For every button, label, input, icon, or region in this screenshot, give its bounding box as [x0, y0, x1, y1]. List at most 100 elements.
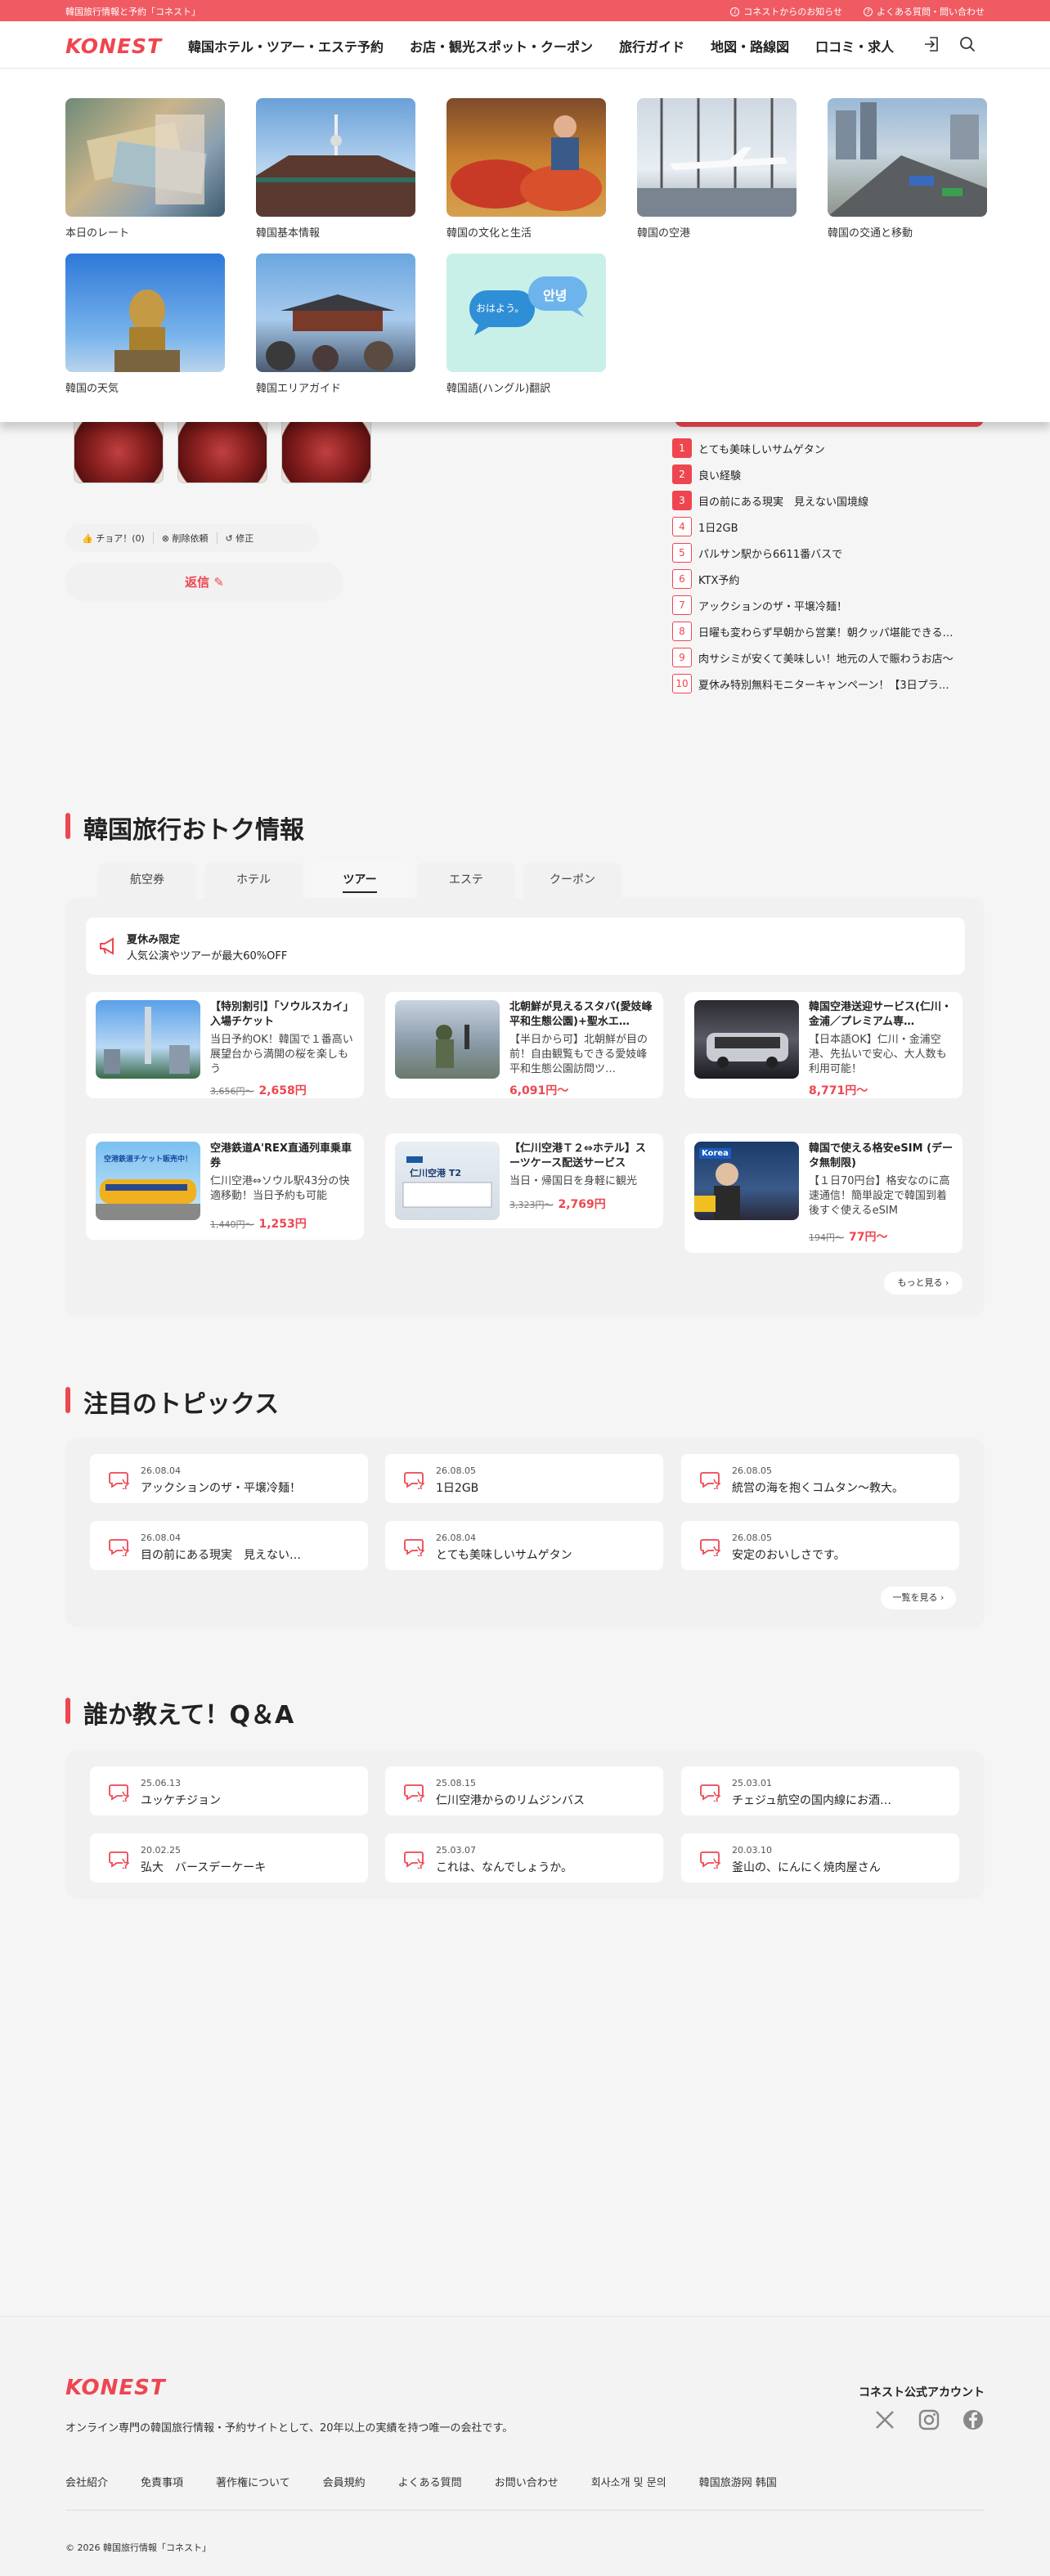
login-icon[interactable] — [922, 35, 940, 53]
dropdown-item-rate[interactable]: 本日のレート — [65, 98, 225, 240]
footer-link[interactable]: 회사소개 및 문의 — [591, 2474, 666, 2489]
notice-link[interactable]: i コネストからのお知らせ — [730, 5, 842, 18]
tab-flights[interactable]: 航空券 — [98, 862, 196, 898]
speech-bubble-icon — [109, 1851, 130, 1869]
tab-tours[interactable]: ツアー — [311, 862, 409, 898]
ranking-item[interactable]: 5 パルサン駅から6611番バスで — [672, 540, 983, 566]
rank-title: 夏休み特別無料モニターキャンペーン！【3日プラ… — [698, 679, 949, 692]
ranking-item[interactable]: 4 1日2GB — [672, 514, 983, 540]
rank-title: 肉サシミが安くて美味しい！地元の人で賑わうお店～ — [698, 653, 954, 666]
topics-more-button[interactable]: 一覧を見る › — [881, 1586, 956, 1609]
delete-request-button[interactable]: ⊗ 削除依頼 — [162, 532, 209, 545]
footer-link[interactable]: 韓国旅游网 韩国 — [699, 2474, 777, 2489]
product-card[interactable]: Korea 韓国で使える格安eSIM (データ無制限) 【１日70円台】格安なの… — [684, 1133, 962, 1253]
topic-item[interactable]: 26.08.05 統営の海を抱くコムタン〜教大。 — [681, 1454, 959, 1503]
x-twitter-icon[interactable] — [873, 2408, 896, 2431]
footer-logo[interactable]: KONEST — [65, 2376, 166, 2400]
dropdown-item-weather[interactable]: 韓国の天気 — [65, 254, 225, 395]
footer-links: 会社紹介 免責事項 著作権について 会員規約 よくある質問 お問い合わせ 회사소개 및 문의… — [65, 2474, 810, 2489]
item-date: 26.08.04 — [436, 1533, 476, 1543]
qa-title: 誰か教えて！Q＆A — [65, 1694, 294, 1730]
cheer-button[interactable]: 👍 チョア！(0) — [82, 532, 145, 545]
site-tagline: 韓国旅行情報と予約「コネスト」 — [65, 7, 200, 17]
search-icon[interactable] — [958, 35, 976, 53]
item-title: チェジュ航空の国内線にお酒… — [732, 1794, 892, 1807]
product-card[interactable]: 仁川空港 T2 【仁川空港Ｔ２⇔ホテル】スーツケース配送サービス 当日・帰国日を… — [385, 1133, 663, 1228]
nav-item-guide[interactable]: 旅行ガイド — [619, 36, 684, 56]
topic-item[interactable]: 26.08.05 安定のおいしさです。 — [681, 1521, 959, 1570]
item-title: アックションのザ・平壌冷麺！ — [141, 1482, 301, 1495]
topic-item[interactable]: 26.08.04 アックションのザ・平壌冷麺！ — [90, 1454, 368, 1503]
topic-item[interactable]: 26.08.04 目の前にある現実 見えない… — [90, 1521, 368, 1570]
speech-bubble-icon — [404, 1784, 425, 1802]
nav-item-booking[interactable]: 韓国ホテル・ツアー・エステ予約 — [188, 36, 384, 56]
nav-item-reviews[interactable]: 口コミ・求人 — [815, 36, 894, 56]
post-photo[interactable] — [281, 414, 371, 483]
facebook-icon[interactable] — [962, 2408, 985, 2431]
tab-coupons[interactable]: クーポン — [523, 862, 621, 898]
topic-item[interactable]: 26.08.05 1日2GB — [385, 1454, 663, 1503]
qa-item[interactable]: 25.03.01 チェジュ航空の国内線にお酒… — [681, 1766, 959, 1815]
rank-number: 4 — [672, 517, 692, 536]
ranking-item[interactable]: 8 日曜も変わらず早朝から営業！朝クッパ堪能できる… — [672, 618, 983, 644]
rank-title: KTX予約 — [698, 574, 740, 587]
promo-banner[interactable]: 夏休み限定 人気公演やツアーが最大60%OFF — [86, 918, 965, 975]
dropdown-item-culture[interactable]: 韓国の文化と生活 — [446, 98, 606, 240]
product-card[interactable]: 韓国空港送迎サービス(仁川・金浦／プレミアム専… 【日本語OK】仁川・金浦空港、… — [684, 992, 962, 1098]
tab-hotels[interactable]: ホテル — [204, 862, 303, 898]
ranking-item[interactable]: 2 良い経験 — [672, 461, 983, 487]
speech-bubble-icon — [700, 1851, 721, 1869]
rank-title: 1日2GB — [698, 522, 738, 535]
translate-bubble-jp: おはよう。 — [476, 303, 525, 314]
dropdown-item-area-guide[interactable]: 韓国エリアガイド — [256, 254, 415, 395]
ranking-item[interactable]: 3 目の前にある現実 見えない国境線 — [672, 487, 983, 514]
main-nav: 韓国ホテル・ツアー・エステ予約 お店・観光スポット・クーポン 旅行ガイド 地図・… — [188, 36, 920, 56]
ranking-item[interactable]: 9 肉サシミが安くて美味しい！地元の人で賑わうお店～ — [672, 644, 983, 671]
ranking-item[interactable]: 7 アックションのザ・平壌冷麺！ — [672, 592, 983, 618]
qa-item[interactable]: 25.06.13 ユッケチジョン — [90, 1766, 368, 1815]
seoul-tower-image — [256, 98, 415, 217]
dropdown-item-transport[interactable]: 韓国の交通と移動 — [828, 98, 987, 240]
footer-link[interactable]: 会員規約 — [323, 2474, 366, 2489]
nav-item-shops[interactable]: お店・観光スポット・クーポン — [410, 36, 593, 56]
footer-link[interactable]: お問い合わせ — [495, 2474, 559, 2489]
product-card[interactable]: 空港鉄道チケット販売中！ 空港鉄道A'REX直通列車乗車券 仁川空港⇔ソウル駅4… — [86, 1133, 364, 1240]
ranking-item[interactable]: 10 夏休み特別無料モニターキャンペーン！【3日プラ… — [672, 671, 983, 697]
guide-dropdown-menu: 本日のレート 韓国基本情報 韓国の文化と生活 韓国の空港 韓国の交通と移動 韓国… — [0, 69, 1050, 422]
pencil-icon: ✎ — [213, 575, 224, 590]
footer-link[interactable]: 著作権について — [216, 2474, 290, 2489]
qa-item[interactable]: 20.02.25 弘大 バースデーケーキ — [90, 1833, 368, 1883]
rank-number: 10 — [672, 674, 692, 693]
post-photo[interactable] — [74, 414, 164, 483]
dropdown-item-translate[interactable]: おはよう。 안녕 韓国語(ハングル)翻訳 — [446, 254, 606, 395]
dropdown-item-basic-info[interactable]: 韓国基本情報 — [256, 98, 415, 240]
reply-button[interactable]: 返信 ✎ — [65, 563, 343, 602]
speech-bubble-icon — [109, 1472, 130, 1489]
translate-bubble-kr: 안녕 — [543, 288, 568, 303]
tab-esthe[interactable]: エステ — [417, 862, 515, 898]
topic-item[interactable]: 26.08.04 とても美味しいサムゲタン — [385, 1521, 663, 1570]
dropdown-item-airport[interactable]: 韓国の空港 — [637, 98, 796, 240]
ranking-item[interactable]: 1 とても美味しいサムゲタン — [672, 435, 983, 461]
nav-item-map[interactable]: 地図・路線図 — [711, 36, 789, 56]
ranking-item[interactable]: 6 KTX予約 — [672, 566, 983, 592]
product-card[interactable]: 【特別割引】「ソウルスカイ」入場チケット 当日予約OK！韓国で１番高い展望台から… — [86, 992, 364, 1098]
faq-link[interactable]: ? よくある質問・問い合わせ — [864, 5, 985, 18]
deals-more-button[interactable]: もっと見る › — [884, 1272, 962, 1295]
qa-item[interactable]: 20.03.10 釜山の、にんにく焼肉屋さん — [681, 1833, 959, 1883]
product-image-caption: 空港鉄道チケット販売中！ — [103, 1156, 192, 1164]
product-card[interactable]: 北朝鮮が見えるスタバ(愛妓峰平和生態公園)+聖水エ… 【半日から可】北朝鮮が目の… — [385, 992, 663, 1098]
edit-button[interactable]: ↺ 修正 — [226, 532, 254, 545]
footer-link[interactable]: よくある質問 — [398, 2474, 462, 2489]
qa-item[interactable]: 25.08.15 仁川空港からのリムジンバス — [385, 1766, 663, 1815]
deals-tabs: 航空券 ホテル ツアー エステ クーポン — [98, 862, 621, 898]
konest-logo[interactable]: KONEST — [65, 34, 162, 58]
post-photo[interactable] — [177, 414, 267, 483]
qa-item[interactable]: 25.03.07 これは、なんでしょうか。 — [385, 1833, 663, 1883]
footer-link[interactable]: 会社紹介 — [65, 2474, 108, 2489]
footer-link[interactable]: 免責事項 — [141, 2474, 183, 2489]
footer-description: オンライン専門の韓国旅行情報・予約サイトとして、20年以上の実績を持つ唯一の会社… — [65, 2422, 514, 2435]
item-title: とても美味しいサムゲタン — [436, 1549, 572, 1562]
topics-title: 注目のトピックス — [65, 1384, 279, 1420]
instagram-icon[interactable] — [918, 2408, 940, 2431]
